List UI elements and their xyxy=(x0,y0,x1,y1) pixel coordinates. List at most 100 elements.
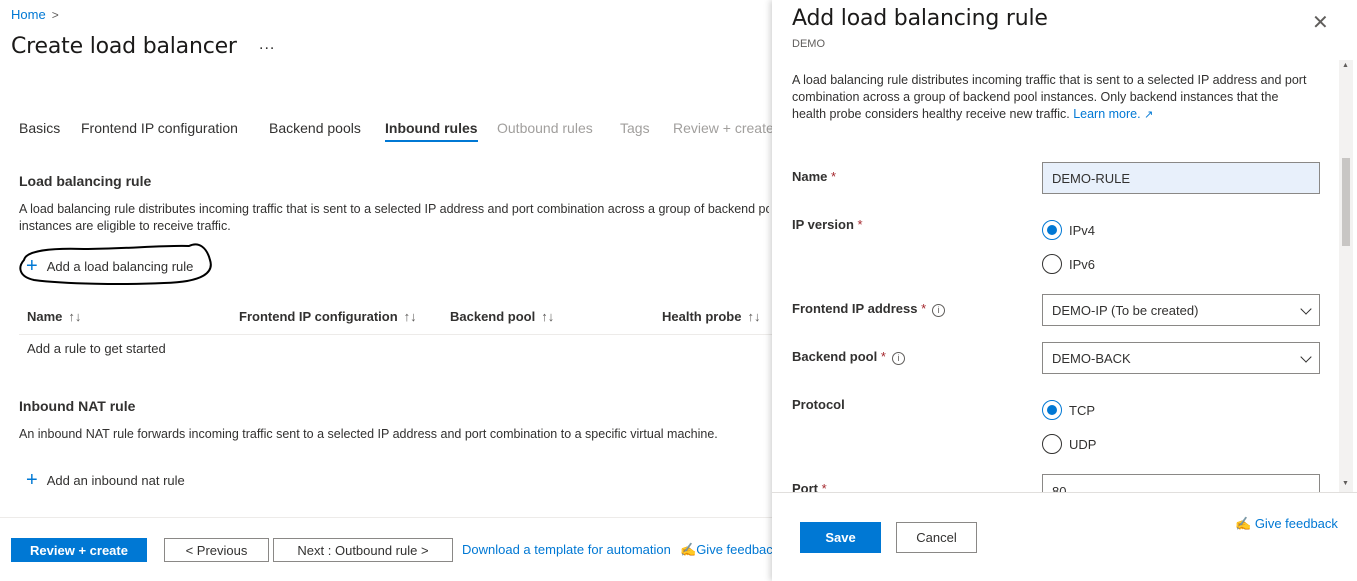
name-label-text: Name xyxy=(792,169,828,184)
radio-udp[interactable]: UDP xyxy=(1042,434,1096,454)
more-options-button[interactable]: ... xyxy=(259,36,275,54)
panel-desc-text: A load balancing rule distributes incomi… xyxy=(792,73,1307,121)
column-backend-label: Backend pool xyxy=(450,309,536,324)
protocol-label: Protocol xyxy=(792,397,845,412)
column-header-frontend-ip[interactable]: Frontend IP configuration ↑↓ xyxy=(239,309,417,324)
info-icon[interactable]: i xyxy=(891,352,905,365)
radio-selected-icon xyxy=(1042,400,1062,420)
radio-unselected-icon xyxy=(1042,254,1062,274)
tab-frontend-ip[interactable]: Frontend IP configuration xyxy=(81,120,238,142)
required-mark: * xyxy=(857,217,863,232)
panel-title: Add load balancing rule xyxy=(792,6,1048,31)
add-nat-rule-label: Add an inbound nat rule xyxy=(46,472,185,488)
backend-pool-label: Backend pool * i xyxy=(792,349,905,365)
radio-ipv4-label: IPv4 xyxy=(1069,222,1096,238)
tab-inbound-rules[interactable]: Inbound rules xyxy=(385,120,478,142)
sort-icon: ↑↓ xyxy=(68,309,82,324)
frontend-ip-label: Frontend IP address * i xyxy=(792,301,946,317)
frontend-label-text: Frontend IP address xyxy=(792,301,918,316)
lb-rule-description: A load balancing rule distributes incomi… xyxy=(19,201,769,235)
name-input[interactable]: DEMO-RULE xyxy=(1042,162,1320,194)
next-button[interactable]: Next : Outbound rule > xyxy=(273,538,453,562)
learn-more-link[interactable]: Learn more. xyxy=(1073,107,1140,121)
required-mark: * xyxy=(921,301,927,316)
breadcrumb-home[interactable]: Home xyxy=(11,7,46,22)
radio-tcp[interactable]: TCP xyxy=(1042,400,1095,420)
close-icon[interactable]: ✕ xyxy=(1312,10,1329,35)
column-probe-label: Health probe xyxy=(662,309,742,324)
radio-unselected-icon xyxy=(1042,434,1062,454)
page-title: Create load balancer xyxy=(11,34,237,59)
tab-outbound-rules[interactable]: Outbound rules xyxy=(497,120,593,142)
radio-ipv6-label: IPv6 xyxy=(1069,256,1096,272)
add-lb-rule-button[interactable]: + Add a load balancing rule xyxy=(26,255,194,277)
backend-pool-select[interactable]: DEMO-BACK xyxy=(1042,342,1320,374)
scroll-down-icon[interactable]: ▼ xyxy=(1342,480,1349,487)
sort-icon: ↑↓ xyxy=(747,309,761,324)
empty-table-message: Add a rule to get started xyxy=(27,341,166,356)
scrollbar-thumb[interactable] xyxy=(1342,158,1350,246)
radio-selected-icon xyxy=(1042,220,1062,240)
lb-rule-section-title: Load balancing rule xyxy=(19,173,152,189)
panel-footer-divider xyxy=(772,492,1357,493)
cancel-button[interactable]: Cancel xyxy=(896,522,977,553)
feedback-icon: ✍ xyxy=(1235,516,1252,531)
review-create-button[interactable]: Review + create xyxy=(11,538,147,562)
nat-rule-section-title: Inbound NAT rule xyxy=(19,398,136,414)
column-header-name[interactable]: Name ↑↓ xyxy=(27,309,81,324)
radio-ipv6[interactable]: IPv6 xyxy=(1042,254,1095,274)
add-rule-panel: Add load balancing rule DEMO ✕ A load ba… xyxy=(772,0,1357,581)
plus-icon: + xyxy=(26,469,38,491)
previous-button[interactable]: < Previous xyxy=(164,538,269,562)
column-header-health-probe[interactable]: Health probe ↑↓ xyxy=(662,309,760,324)
column-frontend-label: Frontend IP configuration xyxy=(239,309,398,324)
tab-review-create[interactable]: Review + create xyxy=(673,120,774,142)
panel-give-feedback-link[interactable]: ✍ Give feedback xyxy=(1235,516,1338,532)
breadcrumb-separator: > xyxy=(51,8,59,22)
feedback-icon: ✍ xyxy=(680,542,697,557)
give-feedback-label: Give feedback xyxy=(696,542,780,557)
info-icon[interactable]: i xyxy=(932,304,946,317)
column-header-backend-pool[interactable]: Backend pool ↑↓ xyxy=(450,309,554,324)
port-label-text: Port xyxy=(792,481,818,492)
chevron-down-icon xyxy=(1300,351,1312,363)
name-label: Name * xyxy=(792,169,836,184)
radio-tcp-label: TCP xyxy=(1069,402,1095,418)
tab-bar: Basics Frontend IP configuration Backend… xyxy=(19,120,779,146)
scroll-up-icon[interactable]: ▲ xyxy=(1342,62,1349,69)
frontend-ip-value: DEMO-IP (To be created) xyxy=(1052,302,1199,318)
backend-pool-value: DEMO-BACK xyxy=(1052,350,1131,366)
sort-icon: ↑↓ xyxy=(541,309,555,324)
required-mark: * xyxy=(831,169,837,184)
frontend-ip-select[interactable]: DEMO-IP (To be created) xyxy=(1042,294,1320,326)
panel-give-feedback-label: Give feedback xyxy=(1254,516,1338,531)
download-template-link[interactable]: Download a template for automation xyxy=(462,542,671,557)
external-link-icon: ↗ xyxy=(1144,109,1154,121)
ip-version-label-text: IP version xyxy=(792,217,854,232)
port-label: Port * xyxy=(792,481,827,492)
panel-scrollbar[interactable]: ▲ ▼ xyxy=(1339,60,1353,492)
chevron-down-icon xyxy=(1300,303,1312,315)
radio-ipv4[interactable]: IPv4 xyxy=(1042,220,1095,240)
breadcrumb: Home > xyxy=(11,7,59,22)
save-button[interactable]: Save xyxy=(800,522,881,553)
lb-rule-desc-line2: instances are eligible to receive traffi… xyxy=(19,219,231,233)
plus-icon: + xyxy=(26,255,38,277)
ip-version-label: IP version * xyxy=(792,217,863,232)
port-input[interactable]: 80 xyxy=(1042,474,1320,492)
tab-tags[interactable]: Tags xyxy=(620,120,650,142)
tab-basics[interactable]: Basics xyxy=(19,120,60,142)
table-divider xyxy=(19,334,772,335)
add-nat-rule-button[interactable]: + Add an inbound nat rule xyxy=(26,469,185,491)
radio-udp-label: UDP xyxy=(1069,436,1097,452)
give-feedback-link[interactable]: ✍Give feedback xyxy=(680,542,779,558)
sort-icon: ↑↓ xyxy=(403,309,417,324)
tab-backend-pools[interactable]: Backend pools xyxy=(269,120,361,142)
add-lb-rule-label: Add a load balancing rule xyxy=(46,258,194,274)
footer-divider xyxy=(0,517,772,518)
column-name-label: Name xyxy=(27,309,63,324)
nat-rule-description: An inbound NAT rule forwards incoming tr… xyxy=(19,427,718,441)
lb-rule-desc-line1: A load balancing rule distributes incomi… xyxy=(19,202,769,216)
panel-description: A load balancing rule distributes incomi… xyxy=(792,72,1312,124)
required-mark: * xyxy=(880,349,886,364)
